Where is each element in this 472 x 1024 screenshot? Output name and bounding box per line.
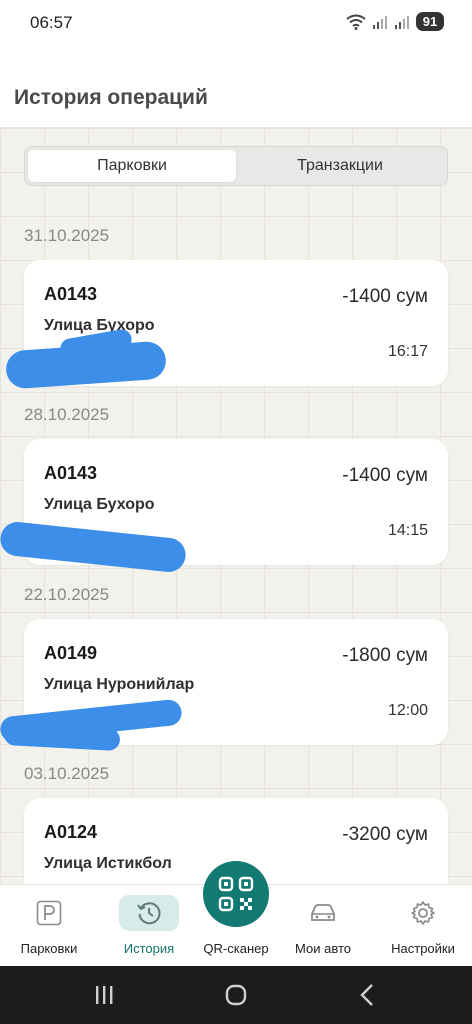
nav-label: Настройки [391,941,455,956]
date-header: 03.10.2025 [24,764,110,783]
tab-transactions[interactable]: Транзакции [236,150,444,182]
time: 16:17 [387,343,428,360]
bottom-navigation: Парковки История QR-сканер Мои авто Наст… [0,861,472,967]
qr-scanner-button[interactable] [203,861,269,927]
segmented-control: Парковки Транзакции [24,146,448,186]
history-icon [137,902,161,925]
back-icon[interactable] [354,982,382,1008]
plate-number: A0143 [44,284,98,304]
nav-label: Мои авто [295,941,351,956]
recent-apps-icon[interactable] [90,982,118,1008]
street-name: Улица Бухоро [44,496,155,513]
redaction-scribble [3,722,121,752]
nav-parkings[interactable]: Парковки [2,885,96,967]
nav-label: QR-сканер [203,941,269,956]
status-bar: 06:57 91 [0,0,472,44]
car-icon [311,904,335,921]
tab-parkings[interactable]: Парковки [28,150,236,182]
signal-icon [373,15,387,29]
amount: -3200 сум [342,824,428,845]
page-title: История операций [14,86,208,109]
gear-icon [411,901,435,925]
plate-number: A0124 [44,822,98,842]
street-name: Улица Истикбол [44,855,172,872]
date-header: 31.10.2025 [24,226,110,245]
battery-indicator: 91 [416,12,444,31]
amount: -1400 сум [342,465,428,486]
nav-history[interactable]: История [102,885,196,967]
wifi-icon [346,14,366,30]
nav-settings[interactable]: Настройки [376,885,470,967]
street-name: Улица Нуронийлар [44,676,195,693]
status-time: 06:57 [30,13,73,32]
app-header: История операций [0,44,472,128]
nav-label: Парковки [20,941,78,956]
system-navigation-bar [0,966,472,1024]
operations-list[interactable]: Парковки Транзакции 31.10.2025 A0143 -14… [0,128,472,884]
qr-icon [218,876,254,912]
home-icon[interactable] [222,982,250,1008]
plate-number: A0149 [44,643,98,663]
nav-label: История [123,941,175,956]
parking-icon [36,900,62,926]
time: 14:15 [387,522,428,539]
signal-icon-2 [395,15,409,29]
time: 12:00 [387,702,428,719]
date-header: 28.10.2025 [24,405,110,424]
amount: -1800 сум [342,645,428,666]
date-header: 22.10.2025 [24,585,110,604]
amount: -1400 сум [342,286,428,307]
status-icons: 91 [346,12,444,31]
nav-my-cars[interactable]: Мои авто [276,885,370,967]
plate-number: A0143 [44,463,98,483]
